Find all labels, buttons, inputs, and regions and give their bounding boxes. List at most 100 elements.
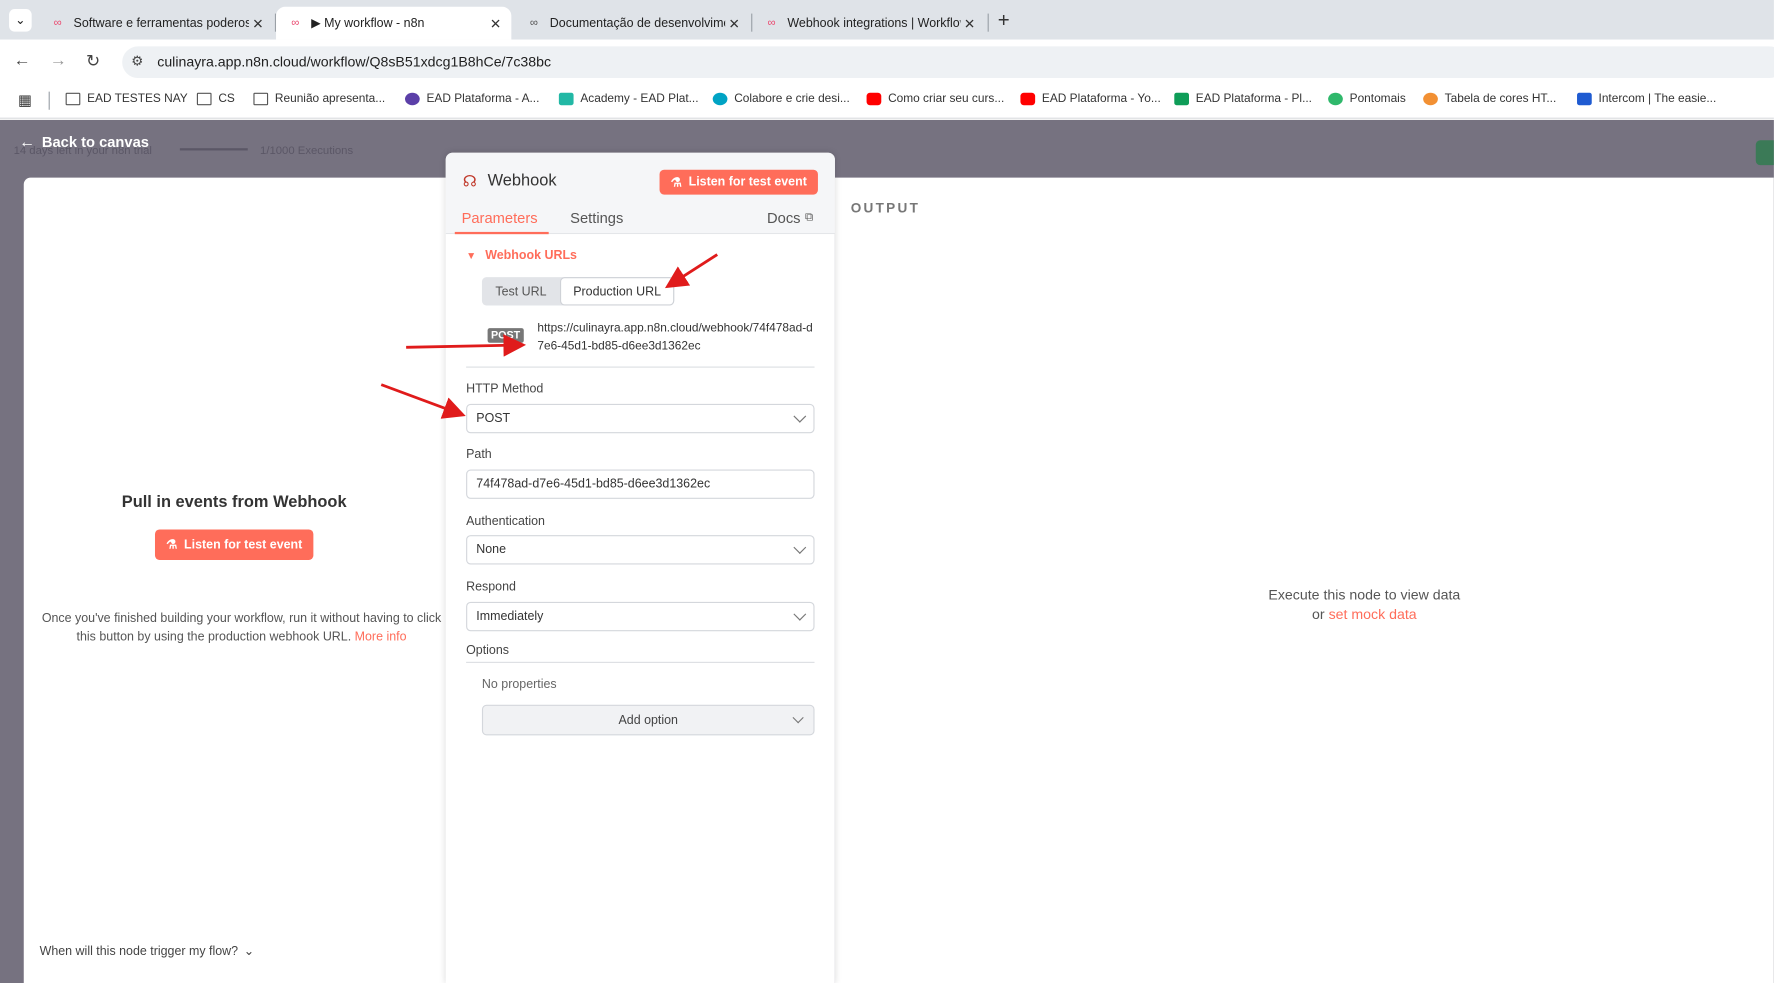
bookmark-item[interactable]: Reunião apresenta... <box>253 92 385 105</box>
bookmark-item[interactable]: CS <box>196 92 235 105</box>
browser-tab[interactable]: ∞ Documentação de desenvolvimento ✕ <box>515 7 750 40</box>
close-tab-icon[interactable]: ✕ <box>249 15 267 31</box>
chevron-down-icon <box>793 409 807 423</box>
chevron-down-icon <box>793 541 807 554</box>
production-url-option[interactable]: Production URL <box>559 277 675 306</box>
tab-parameters[interactable]: Parameters <box>462 209 538 226</box>
reload-icon[interactable]: ↻ <box>86 51 100 71</box>
chevron-down-icon: ▼ <box>466 250 477 262</box>
bookmark-item[interactable]: EAD Plataforma - A... <box>405 92 539 105</box>
path-input[interactable]: 74f478ad-d7e6-45d1-bd85-d6ee3d1362ec <box>466 469 815 499</box>
close-tab-icon[interactable]: ✕ <box>486 15 504 31</box>
input-panel: Pull in events from Webhook ⚗ Listen for… <box>23 177 454 983</box>
executions-progress-bar <box>179 148 248 151</box>
output-panel: OUTPUT Execute this node to view data or… <box>834 177 1774 983</box>
webhook-urls-toggle[interactable]: ▼ Webhook URLs <box>466 249 577 263</box>
bookmark-item[interactable]: Tabela de cores HT... <box>1423 92 1556 105</box>
chevron-down-icon: ⌄ <box>243 944 255 959</box>
back-arrow-icon: ← <box>19 132 36 151</box>
listen-test-event-button[interactable]: ⚗ Listen for test event <box>154 529 314 560</box>
folder-icon <box>65 92 81 105</box>
youtube-icon <box>866 92 882 105</box>
browser-tab-active[interactable]: ∞ ▶ My workflow - n8n ✕ <box>276 6 512 40</box>
bookmark-item[interactable]: EAD Plataforma - Pl... <box>1174 92 1312 105</box>
chevron-down-icon <box>793 607 807 621</box>
apps-grid-icon[interactable]: ▦ <box>18 92 32 110</box>
tab-title: Software e ferramentas poderosas <box>73 16 249 30</box>
close-tab-icon[interactable]: ✕ <box>960 15 978 31</box>
add-option-button[interactable]: Add option <box>481 704 815 736</box>
browser-navbar: ← → ↻ ⚙ culinayra.app.n8n.cloud/workflow… <box>0 39 1774 83</box>
bookmark-item[interactable]: Como criar seu curs... <box>866 92 1004 105</box>
output-empty-message: Execute this node to view data or set mo… <box>1268 587 1461 623</box>
trigger-info-toggle[interactable]: When will this node trigger my flow? ⌄ <box>40 944 255 959</box>
new-tab-plus-icon[interactable]: + <box>998 9 1010 33</box>
close-tab-icon[interactable]: ✕ <box>725 15 743 31</box>
test-url-option[interactable]: Test URL <box>482 277 560 305</box>
bookmark-item[interactable]: EAD TESTES NAY <box>65 92 188 105</box>
input-panel-title: Pull in events from Webhook <box>121 493 347 512</box>
bookmark-item[interactable]: Academy - EAD Plat... <box>558 92 699 105</box>
path-label: Path <box>466 447 492 462</box>
folder-icon <box>253 92 269 105</box>
node-settings-panel: ☊ Webhook ⚗ Listen for test event Parame… <box>445 152 835 983</box>
divider <box>466 661 815 663</box>
respond-select[interactable]: Immediately <box>466 601 815 632</box>
tab-title: Documentação de desenvolvimento <box>549 16 725 30</box>
listen-test-event-button[interactable]: ⚗ Listen for test event <box>659 169 818 195</box>
n8n-app-overlay: 14 days left in your n8n trial 1/1000 Ex… <box>0 119 1774 983</box>
tab-search-button[interactable]: ⌄ <box>9 9 32 32</box>
site-icon <box>1423 92 1438 105</box>
canva-icon <box>712 92 728 105</box>
node-panel-header: ☊ Webhook ⚗ Listen for test event Parame… <box>445 152 835 235</box>
url-type-toggle: Test URL Production URL <box>481 277 675 306</box>
address-url: culinayra.app.n8n.cloud/workflow/Q8sB51x… <box>157 54 552 71</box>
bookmark-item[interactable]: EAD Plataforma - Yo... <box>1020 92 1161 105</box>
flask-icon: ⚗ <box>166 538 178 553</box>
tab-title: ▶ My workflow - n8n <box>311 16 425 31</box>
bookmark-item[interactable]: Intercom | The easie... <box>1577 92 1716 105</box>
set-mock-data-link[interactable]: set mock data <box>1329 606 1417 622</box>
site-info-icon[interactable]: ⚙ <box>131 53 143 69</box>
method-badge: POST <box>487 328 524 343</box>
youtube-icon <box>1020 92 1036 105</box>
tab-title: Webhook integrations | Workflow <box>787 16 961 30</box>
external-link-icon: ⧉ <box>805 211 814 224</box>
authentication-label: Authentication <box>466 514 545 529</box>
site-icon <box>558 92 574 105</box>
authentication-select[interactable]: None <box>466 535 815 565</box>
node-title[interactable]: Webhook <box>488 172 557 190</box>
webhook-icon: ☊ <box>462 171 477 191</box>
bookmark-separator <box>48 91 50 110</box>
webhook-url-text[interactable]: https://culinayra.app.n8n.cloud/webhook/… <box>537 319 814 355</box>
production-url-explanation: Once you've finished building your workf… <box>41 612 442 644</box>
back-arrow-icon[interactable]: ← <box>14 51 31 70</box>
forward-arrow-icon[interactable]: → <box>50 51 67 70</box>
back-to-canvas-button[interactable]: ← Back to canvas <box>19 132 149 150</box>
intercom-icon <box>1577 92 1592 105</box>
active-tab-indicator <box>454 231 549 235</box>
respond-label: Respond <box>466 580 516 594</box>
more-info-link[interactable]: More info <box>355 630 407 644</box>
bookmark-item[interactable]: Colabore e crie desi... <box>712 92 850 105</box>
address-bar[interactable]: ⚙ culinayra.app.n8n.cloud/workflow/Q8sB5… <box>122 46 1774 79</box>
output-label: OUTPUT <box>850 200 921 217</box>
chevron-down-icon <box>792 712 804 724</box>
bookmark-item[interactable]: Pontomais <box>1328 92 1406 105</box>
flask-icon: ⚗ <box>670 175 682 190</box>
save-button-edge[interactable] <box>1755 140 1774 166</box>
browser-tab[interactable]: ∞ Webhook integrations | Workflow ✕ <box>752 7 985 40</box>
http-method-label: HTTP Method <box>466 382 544 396</box>
no-properties-text: No properties <box>481 677 557 692</box>
folder-icon <box>196 92 212 105</box>
n8n-favicon-icon: ∞ <box>291 16 300 30</box>
sheets-icon <box>1174 92 1189 105</box>
docs-link[interactable]: Docs ⧉ <box>767 209 813 226</box>
divider <box>466 366 815 368</box>
browser-tab[interactable]: ∞ Software e ferramentas poderosas ✕ <box>38 7 273 40</box>
tab-separator <box>987 13 989 32</box>
n8n-favicon-icon: ∞ <box>53 16 62 30</box>
http-method-select[interactable]: POST <box>466 403 815 434</box>
tab-settings[interactable]: Settings <box>570 209 623 226</box>
site-icon <box>1328 92 1343 105</box>
